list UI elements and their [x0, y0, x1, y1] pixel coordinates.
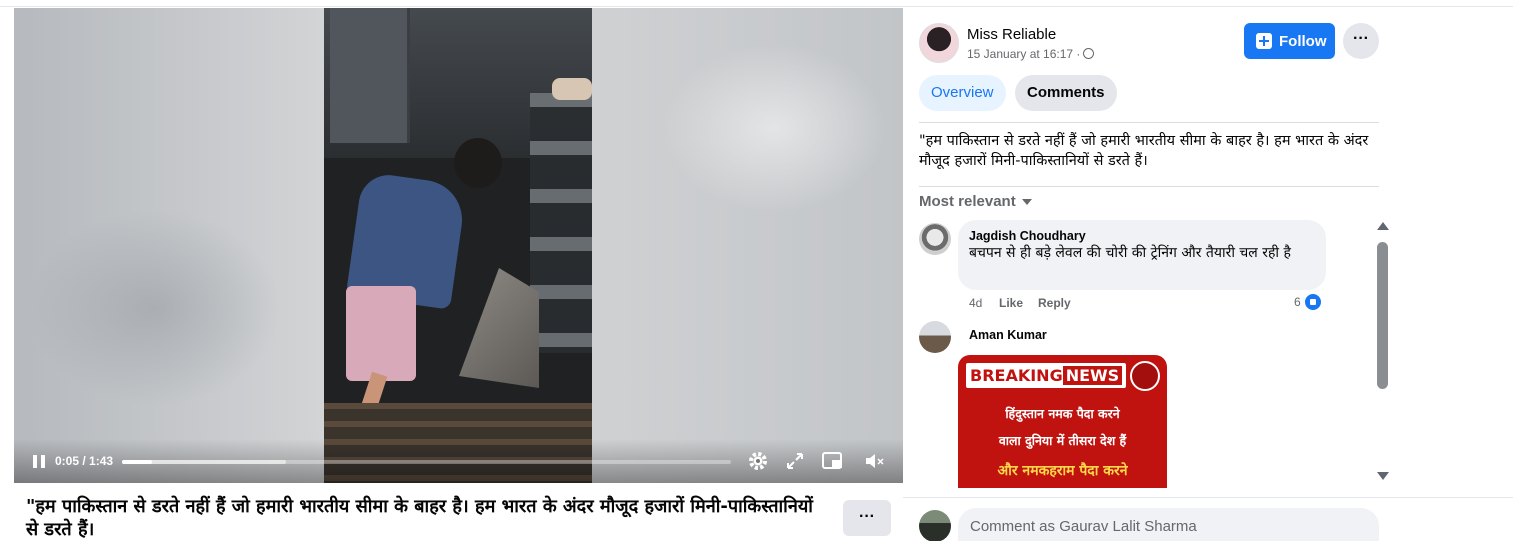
post-text: "हम पाकिस्तान से डरते नहीं हैं जो हमारी … [919, 133, 1369, 169]
video-progress-bar[interactable] [122, 460, 731, 464]
comment-image[interactable]: BREAKING NEWS हिंदुस्तान नमक पैदा करने वा… [958, 355, 1167, 488]
video-player[interactable]: 0:05 / 1:43 [14, 8, 903, 483]
follow-label: Follow [1279, 33, 1327, 50]
news-line: हिंदुस्तान नमक पैदा करने [1005, 406, 1120, 421]
pause-icon[interactable] [26, 449, 52, 475]
divider [919, 122, 1379, 123]
comment-reply-button[interactable]: Reply [1038, 296, 1071, 310]
picture-in-picture-icon[interactable] [820, 449, 846, 475]
comment-text: बचपन से ही बड़े लेवल की चोरी की ट्रेनिंग… [969, 245, 1291, 261]
child-head [454, 138, 502, 188]
metal-plate [330, 8, 410, 143]
comment-sort-dropdown[interactable]: Most relevant [919, 193, 1032, 210]
breaking-news-banner: BREAKING NEWS [966, 363, 1127, 388]
facebook-video-post-page: 0:05 / 1:43 "हम पाकिस्तान से डरते नहीं ह… [0, 0, 1513, 541]
train-ladder [530, 93, 592, 353]
post-time-text: 15 January at 16:17 · [967, 47, 1081, 61]
post-side-panel: Miss Reliable 15 January at 16:17 · Foll… [903, 7, 1513, 541]
video-caption: "हम पाकिस्तान से डरते नहीं हैं जो हमारी … [26, 496, 813, 540]
comments-scrollbar[interactable] [1375, 220, 1389, 490]
tab-comments[interactable]: Comments [1015, 75, 1117, 111]
child-shorts [346, 286, 416, 381]
breaking-text: BREAKING [970, 366, 1063, 385]
channel-logo [1130, 361, 1160, 391]
muted-speaker-icon[interactable] [862, 449, 888, 475]
scroll-thumb[interactable] [1377, 242, 1388, 389]
current-user-avatar[interactable] [919, 510, 951, 541]
video-controls-bar: 0:05 / 1:43 [14, 439, 903, 483]
plus-icon [1256, 33, 1272, 49]
author-name[interactable]: Miss Reliable [967, 26, 1056, 43]
commenter-name[interactable]: Jagdish Choudhary [969, 229, 1086, 243]
author-avatar[interactable] [919, 23, 959, 63]
news-line: और नमकहराम पैदा करने [997, 463, 1128, 479]
follow-button[interactable]: Follow [1244, 23, 1335, 59]
divider [903, 497, 1513, 498]
reaction-count[interactable]: 6 [1294, 295, 1301, 309]
commenter-name[interactable]: Aman Kumar [969, 328, 1047, 342]
comment-input[interactable] [958, 508, 1379, 541]
video-frame[interactable] [324, 8, 592, 483]
caret-down-icon [1021, 199, 1032, 205]
settings-gear-icon[interactable] [745, 449, 771, 475]
scroll-down-icon[interactable] [1377, 472, 1389, 480]
news-text: NEWS [1062, 366, 1123, 385]
more-options-button[interactable]: ··· [843, 500, 891, 536]
scroll-up-icon[interactable] [1377, 222, 1389, 230]
fullscreen-icon[interactable] [783, 449, 809, 475]
divider [919, 186, 1379, 187]
comment-like-button[interactable]: Like [999, 296, 1023, 310]
news-line: वाला दुनिया में तीसरा देश हैं [998, 433, 1127, 448]
played-bar [122, 460, 153, 464]
commenter-avatar[interactable] [919, 223, 951, 255]
globe-icon [1083, 48, 1095, 59]
comment-age[interactable]: 4d [969, 296, 982, 310]
commenter-avatar[interactable] [919, 321, 951, 353]
post-timestamp[interactable]: 15 January at 16:17 · [967, 47, 1095, 61]
person-foot [552, 78, 592, 100]
like-reaction-icon [1304, 293, 1322, 311]
video-time: 0:05 / 1:43 [55, 454, 114, 468]
tab-overview[interactable]: Overview [919, 75, 1006, 111]
post-options-button[interactable]: ··· [1343, 23, 1379, 59]
sort-label: Most relevant [919, 193, 1016, 210]
